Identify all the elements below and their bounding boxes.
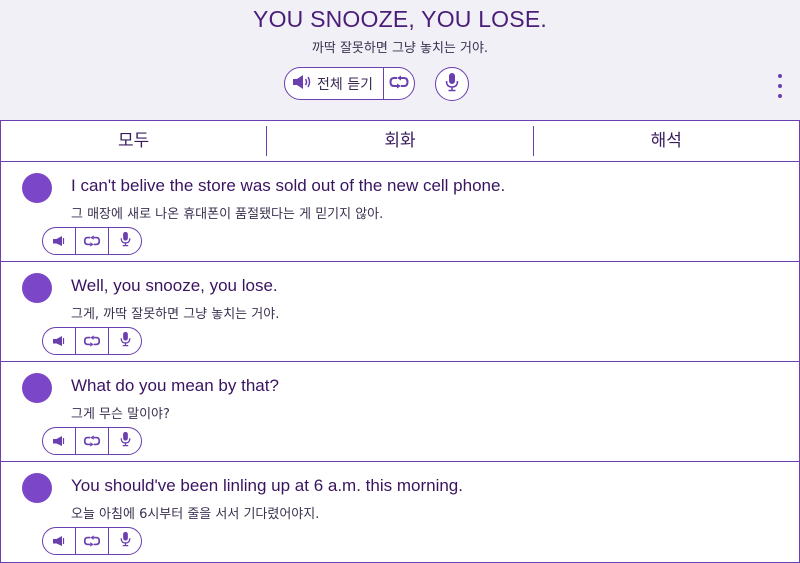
english-sentence: Well, you snooze, you lose.	[71, 276, 278, 295]
english-sentence: What do you mean by that?	[71, 376, 279, 395]
loop-sentence-button[interactable]	[75, 328, 108, 354]
more-dot	[778, 74, 782, 78]
more-dot	[778, 84, 782, 88]
microphone-icon	[120, 231, 131, 251]
loop-button[interactable]	[383, 68, 414, 99]
page-title: YOU SNOOZE, YOU LOSE.	[253, 6, 547, 32]
header: YOU SNOOZE, YOU LOSE. 까딱 잘못하면 그냥 놓치는 거야.…	[0, 0, 800, 120]
tab-translation[interactable]: 해석	[532, 126, 799, 156]
microphone-icon	[120, 431, 131, 451]
dialogue-list: I can't belive the store was sold out of…	[0, 162, 800, 563]
speaker-avatar	[22, 373, 52, 403]
korean-translation: 오늘 아침에 6시부터 줄을 서서 기다렸어야지.	[71, 507, 320, 522]
loop-sentence-button[interactable]	[75, 528, 108, 554]
dialogue-item: Well, you snooze, you lose. 그게, 까딱 잘못하면 …	[0, 262, 800, 362]
loop-sentence-button[interactable]	[75, 428, 108, 454]
record-button[interactable]	[435, 67, 469, 101]
microphone-icon	[445, 72, 459, 96]
play-sentence-button[interactable]	[43, 428, 75, 454]
speaker-icon	[52, 432, 66, 451]
more-options-button[interactable]	[772, 74, 788, 98]
loop-icon	[83, 332, 101, 351]
sentence-controls	[42, 527, 142, 555]
play-all-group: 전체 듣기	[284, 67, 415, 100]
microphone-icon	[120, 531, 131, 551]
loop-icon	[83, 532, 101, 551]
play-sentence-button[interactable]	[43, 228, 75, 254]
english-sentence: You should've been linling up at 6 a.m. …	[71, 476, 463, 495]
more-dot	[778, 94, 782, 98]
record-sentence-button[interactable]	[108, 528, 141, 554]
korean-translation: 그게, 까딱 잘못하면 그냥 놓치는 거야.	[71, 307, 280, 322]
korean-translation: 그 매장에 새로 나온 휴대폰이 품절됐다는 게 믿기지 않아.	[71, 207, 384, 222]
loop-icon	[83, 432, 101, 451]
dialogue-item: You should've been linling up at 6 a.m. …	[0, 462, 800, 563]
play-all-button[interactable]: 전체 듣기	[285, 68, 383, 99]
sentence-controls	[42, 227, 142, 255]
dialogue-item: I can't belive the store was sold out of…	[0, 162, 800, 262]
speaker-icon	[52, 532, 66, 551]
page-subtitle: 까딱 잘못하면 그냥 놓치는 거야.	[311, 41, 489, 56]
play-sentence-button[interactable]	[43, 528, 75, 554]
dialogue-item: What do you mean by that? 그게 무슨 말이야?	[0, 362, 800, 462]
speaker-avatar	[22, 473, 52, 503]
speaker-avatar	[22, 173, 52, 203]
tab-bar: 모두 회화 해석	[0, 120, 800, 162]
korean-translation: 그게 무슨 말이야?	[71, 407, 170, 422]
loop-sentence-button[interactable]	[75, 228, 108, 254]
record-sentence-button[interactable]	[108, 428, 141, 454]
loop-icon	[389, 74, 409, 93]
microphone-icon	[120, 331, 131, 351]
tab-dialogue[interactable]: 회화	[266, 126, 532, 156]
speaker-icon	[292, 74, 312, 94]
speaker-icon	[52, 332, 66, 351]
play-sentence-button[interactable]	[43, 328, 75, 354]
play-all-label: 전체 듣기	[317, 76, 373, 93]
record-sentence-button[interactable]	[108, 328, 141, 354]
sentence-controls	[42, 327, 142, 355]
loop-icon	[83, 232, 101, 251]
tab-all[interactable]: 모두	[1, 126, 266, 156]
record-sentence-button[interactable]	[108, 228, 141, 254]
speaker-icon	[52, 232, 66, 251]
speaker-avatar	[22, 273, 52, 303]
sentence-controls	[42, 427, 142, 455]
english-sentence: I can't belive the store was sold out of…	[71, 176, 506, 195]
